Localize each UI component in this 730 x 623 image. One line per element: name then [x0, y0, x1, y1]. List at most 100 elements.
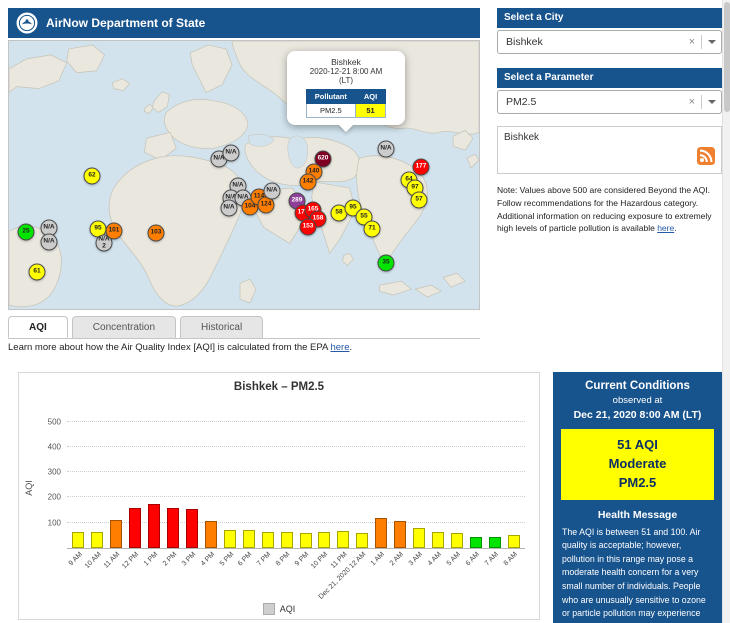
popup-city: Bishkek: [293, 57, 399, 67]
map-popup: Bishkek 2020-12-21 8:00 AM (LT) Pollutan…: [287, 51, 405, 125]
chart-bar[interactable]: [129, 508, 141, 548]
chart-bar[interactable]: [243, 530, 255, 548]
scrollbar[interactable]: [722, 0, 730, 623]
chart-bar[interactable]: [470, 537, 482, 548]
chart-bar-slot: 11 AM: [107, 409, 126, 548]
sidebar: Select a City Bishkek × Select a Paramet…: [497, 8, 722, 244]
x-axis-tick-label: 1 PM: [143, 551, 160, 568]
chart-bar[interactable]: [262, 532, 274, 548]
note-link[interactable]: here: [657, 223, 674, 233]
x-axis-tick-label: 7 PM: [256, 551, 273, 568]
chart-bar[interactable]: [394, 521, 406, 548]
x-axis-tick-label: 5 PM: [218, 551, 235, 568]
chart-bar-slot: Dec 21, 2020 12 AM: [353, 409, 372, 548]
y-axis-tick-label: 200: [31, 493, 61, 502]
chart-bar[interactable]: [72, 532, 84, 548]
chart-bar[interactable]: [413, 528, 425, 548]
current-conditions-title: Current Conditions: [553, 380, 722, 392]
map-marker[interactable]: 103: [148, 225, 165, 242]
chart-bar[interactable]: [300, 533, 312, 548]
map-marker[interactable]: 61: [29, 264, 46, 281]
map-marker[interactable]: 35: [378, 255, 395, 272]
chevron-down-icon[interactable]: [708, 100, 716, 108]
chart-bar-slot: 10 PM: [315, 409, 334, 548]
chart-bar[interactable]: [432, 532, 444, 548]
map-marker[interactable]: N/A: [221, 200, 238, 217]
health-message-header: Health Message: [553, 509, 722, 521]
chart-bar[interactable]: [318, 532, 330, 548]
popup-pollutant-value: PM2.5: [306, 104, 355, 118]
map-marker[interactable]: N/A: [378, 141, 395, 158]
chart-bar-slot: 6 AM: [466, 409, 485, 548]
x-axis-tick-label: 6 PM: [237, 551, 254, 568]
rss-icon[interactable]: [697, 147, 715, 168]
map-markers-layer: 25N/AN/A616295N/A 2101103N/AN/AN/AN/AN/A…: [9, 41, 479, 309]
chart-bar-slot: 5 AM: [447, 409, 466, 548]
chart-bar[interactable]: [205, 521, 217, 548]
chart-bar-slot: 5 PM: [220, 409, 239, 548]
map-marker[interactable]: 101: [106, 223, 123, 240]
popup-timezone: (LT): [293, 76, 399, 85]
popup-aqi-value: 51: [355, 104, 385, 118]
app-title: AirNow Department of State: [46, 16, 205, 30]
x-axis-tick-label: 3 PM: [180, 551, 197, 568]
chart-bar-slot: 12 PM: [126, 409, 145, 548]
map-marker[interactable]: 142: [300, 174, 317, 191]
map-marker[interactable]: N/A: [264, 183, 281, 200]
city-clear-icon[interactable]: ×: [689, 36, 695, 48]
chart-bar[interactable]: [186, 509, 198, 548]
x-axis-tick-label: 8 PM: [275, 551, 292, 568]
map[interactable]: 25N/AN/A616295N/A 2101103N/AN/AN/AN/AN/A…: [8, 40, 480, 310]
x-axis-tick-label: 7 AM: [483, 551, 499, 567]
y-axis-tick-label: 500: [31, 417, 61, 426]
health-message-text: The AQI is between 51 and 100. Air quali…: [553, 526, 722, 623]
tab-historical[interactable]: Historical: [180, 316, 263, 338]
chart-legend[interactable]: AQI: [19, 603, 539, 615]
map-marker[interactable]: 57: [411, 192, 428, 209]
select-divider: [701, 95, 702, 109]
map-marker[interactable]: 62: [84, 168, 101, 185]
map-marker[interactable]: N/A: [41, 234, 58, 251]
aqi-value: 51 AQI: [565, 436, 710, 455]
chart-bar[interactable]: [451, 533, 463, 548]
chart-bar[interactable]: [167, 508, 179, 548]
select-divider: [701, 35, 702, 49]
airnow-page: AirNow Department of State: [0, 0, 730, 623]
chart-bar[interactable]: [281, 532, 293, 548]
chart-bar[interactable]: [489, 537, 501, 548]
learn-more-text: Learn more about how the Air Quality Ind…: [8, 342, 352, 353]
chart-bar[interactable]: [224, 530, 236, 548]
parameter-clear-icon[interactable]: ×: [689, 96, 695, 108]
map-marker[interactable]: N/A: [223, 145, 240, 162]
tab-concentration[interactable]: Concentration: [72, 316, 176, 338]
epa-link[interactable]: here: [330, 342, 349, 353]
feed-city-label: Bishkek: [504, 132, 539, 143]
chart-bar[interactable]: [356, 533, 368, 548]
popup-datetime: 2020-12-21 8:00 AM: [293, 67, 399, 76]
map-marker[interactable]: 153: [300, 219, 317, 236]
chart-bar[interactable]: [375, 518, 387, 548]
tab-aqi[interactable]: AQI: [8, 316, 68, 338]
legend-label: AQI: [280, 604, 296, 614]
map-marker[interactable]: 71: [364, 221, 381, 238]
chart-title: Bishkek – PM2.5: [19, 381, 539, 393]
map-marker[interactable]: 177: [413, 159, 430, 176]
current-conditions-panel: Current Conditions observed at Dec 21, 2…: [553, 372, 722, 623]
feed-box: Bishkek: [497, 126, 722, 174]
city-select[interactable]: Bishkek ×: [497, 30, 722, 54]
chart-bar-slot: 1 AM: [372, 409, 391, 548]
chart-bar[interactable]: [148, 504, 160, 548]
chart-panel: Bishkek – PM2.5 AQI 1002003004005009 AM1…: [18, 372, 540, 620]
parameter-select[interactable]: PM2.5 ×: [497, 90, 722, 114]
x-axis-tick-label: 2 PM: [162, 551, 179, 568]
chart-bar[interactable]: [91, 532, 103, 548]
chevron-down-icon[interactable]: [708, 40, 716, 48]
chart-bar[interactable]: [337, 531, 349, 548]
map-marker[interactable]: 25: [18, 224, 35, 241]
chart-bar-slot: 2 AM: [391, 409, 410, 548]
x-axis-tick-label: 8 AM: [502, 551, 518, 567]
chart-bar[interactable]: [508, 535, 520, 548]
chart-bar[interactable]: [110, 520, 122, 548]
scrollbar-thumb[interactable]: [724, 2, 730, 112]
learn-more-suffix: .: [349, 342, 352, 353]
